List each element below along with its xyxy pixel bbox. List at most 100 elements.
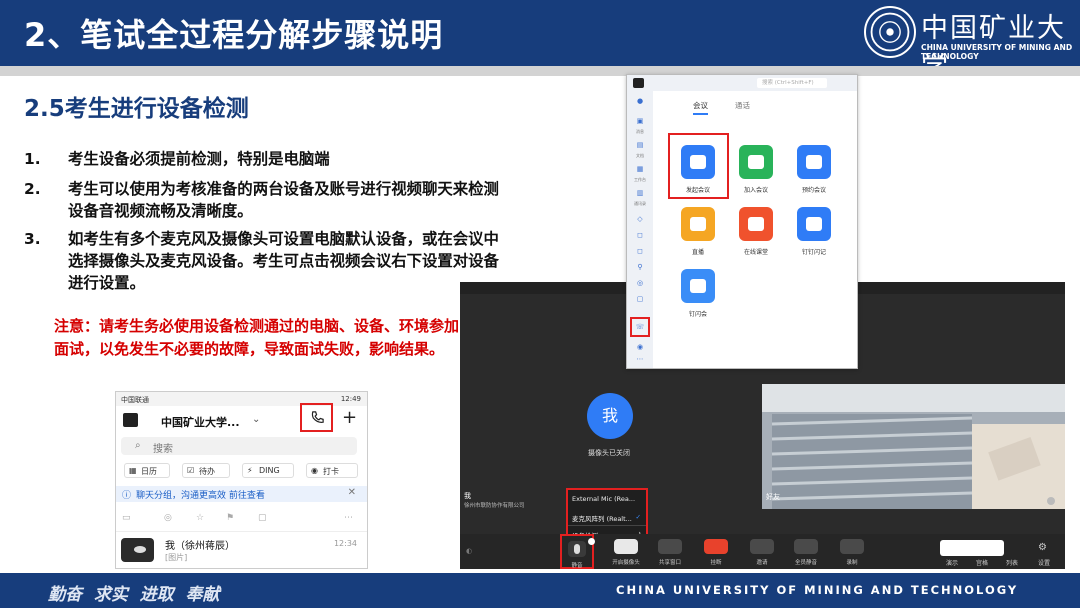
- mute-all-icon: [794, 539, 818, 554]
- start-meeting-button[interactable]: [681, 145, 715, 179]
- note-icon: [806, 217, 822, 231]
- status-time: 12:49: [340, 395, 361, 403]
- call-nav-highlight[interactable]: [630, 317, 650, 337]
- footer-bar: 勤奋 求实 进取 奉献 CHINA UNIVERSITY OF MINING A…: [0, 573, 1080, 608]
- class-icon: [748, 217, 764, 231]
- app-search-input[interactable]: 搜索 (Ctrl+Shift+F): [757, 78, 827, 88]
- mic-option-array[interactable]: 麦克风阵列 (Realt...: [572, 513, 632, 523]
- contacts-icon[interactable]: ▥: [635, 189, 645, 199]
- flag-icon[interactable]: ⚑: [226, 513, 234, 523]
- more-icon[interactable]: [1047, 497, 1055, 505]
- phone-call-button[interactable]: [300, 403, 333, 432]
- slide-title: 2、笔试全过程分解步骤说明: [24, 16, 444, 54]
- join-meeting-button[interactable]: [739, 145, 773, 179]
- todo-icon: ☑: [187, 466, 195, 475]
- doc-icon[interactable]: ▤: [635, 141, 645, 151]
- phone-filter-icons: ▭ ◎ ☆ ⚑ ▢ ⋯: [116, 513, 367, 525]
- user-avatar-icon[interactable]: ●: [635, 97, 645, 107]
- phone-top-bar: 中国矿业大学... ⌄ +: [116, 403, 367, 432]
- avatar: [121, 538, 154, 562]
- nav-icon[interactable]: ◻: [635, 231, 645, 241]
- online-class-button[interactable]: [739, 207, 773, 241]
- nav-icon[interactable]: ◻: [635, 247, 645, 257]
- nav-icon[interactable]: ◎: [635, 279, 645, 289]
- plus-icon[interactable]: +: [342, 407, 357, 428]
- nav-icon[interactable]: ◇: [635, 215, 645, 225]
- mic-option-external[interactable]: External Mic (Rea...: [572, 495, 635, 503]
- join-icon: [748, 155, 764, 169]
- message-icon[interactable]: ▣: [635, 117, 645, 127]
- present-label[interactable]: 演示: [946, 558, 958, 567]
- more-icon[interactable]: ⋯: [344, 513, 353, 523]
- info-banner[interactable]: ⓘ 聊天分组，沟通更高效 前往查看 ✕: [116, 486, 367, 502]
- dingtalk-window: 搜索 (Ctrl+Shift+F) ● ▣ 消息 ▤ 文档 ▦ 工作台 ▥ 通讯…: [626, 74, 858, 369]
- share-icon: [658, 539, 682, 554]
- live-button[interactable]: [681, 207, 715, 241]
- app-title-bar: 搜索 (Ctrl+Shift+F): [627, 75, 857, 91]
- invite-icon: [750, 539, 774, 554]
- calendar-chip[interactable]: ▦ 日历: [124, 463, 170, 478]
- info-icon: ⓘ: [122, 491, 132, 501]
- camera-button[interactable]: 开启摄像头: [606, 538, 646, 566]
- flash-note-button[interactable]: [797, 207, 831, 241]
- grid-label[interactable]: 宫格: [976, 558, 988, 567]
- phone-search-input[interactable]: ⌕ 搜索: [121, 437, 357, 455]
- nav-icon[interactable]: ▢: [635, 295, 645, 305]
- todo-chip[interactable]: ☑ 待办: [182, 463, 230, 478]
- chat-name: 我（徐州蒋辰）: [165, 541, 235, 552]
- live-icon: [690, 217, 706, 231]
- tab-meeting[interactable]: 会议: [693, 100, 708, 111]
- self-avatar: 我: [587, 393, 633, 439]
- phone-screenshot: 中国联通 12:49 中国矿业大学... ⌄ + ⌕ 搜索 ▦ 日历 ☑ 待办 …: [115, 391, 368, 569]
- ding-icon: ⚡: [247, 466, 253, 475]
- chat-list-item[interactable]: 我（徐州蒋辰） 12:34 [图片]: [116, 531, 367, 568]
- remote-name: 好友: [766, 493, 780, 501]
- checkin-chip[interactable]: ◉ 打卡: [306, 463, 358, 478]
- record-icon: [840, 539, 864, 554]
- star-icon[interactable]: ☆: [196, 513, 204, 523]
- list-number: 2.: [24, 180, 41, 198]
- camera-off-label: 摄像头已关闭: [588, 449, 630, 457]
- video-camera-icon: [690, 155, 706, 169]
- footer-en: CHINA UNIVERSITY OF MINING AND TECHNOLOG…: [616, 583, 1019, 597]
- list-text: 考生设备必须提前检测，特别是电脑端: [68, 150, 330, 168]
- mute-button[interactable]: 静音: [560, 534, 595, 569]
- mute-all-button[interactable]: 全员静音: [786, 538, 826, 566]
- close-icon[interactable]: ✕: [348, 487, 356, 498]
- calendar-icon: ▦: [129, 466, 137, 475]
- workbench-icon[interactable]: ▦: [635, 165, 645, 175]
- self-name: 我: [464, 492, 471, 500]
- carrier-label: 中国联通: [121, 396, 149, 404]
- menu-divider: [568, 525, 646, 526]
- list-label[interactable]: 列表: [1006, 558, 1018, 567]
- invite-button[interactable]: 邀请: [742, 538, 782, 566]
- hangup-button[interactable]: 挂断: [696, 538, 736, 566]
- schedule-meeting-button[interactable]: [797, 145, 831, 179]
- at-icon[interactable]: ◎: [164, 513, 172, 523]
- header-bar: 2、笔试全过程分解步骤说明 中国矿业大学 CHINA UNIVERSITY OF…: [0, 0, 1080, 83]
- tab-call[interactable]: 通话: [735, 100, 750, 111]
- settings-gear-icon[interactable]: ⚙: [1038, 542, 1047, 553]
- meeting-toolbar: ◐ 静音 开启摄像头 共享窗口 挂断 邀请 全员静音 录制 演示 宫格 列表 ⚙…: [460, 534, 1065, 569]
- more-icon[interactable]: ⋯: [635, 355, 645, 365]
- record-button[interactable]: 录制: [832, 538, 872, 566]
- settings-label[interactable]: 设置: [1038, 558, 1050, 567]
- flash-meeting-button[interactable]: [681, 269, 715, 303]
- device-icon[interactable]: ▭: [122, 513, 131, 523]
- chevron-down-icon[interactable]: ⌄: [252, 414, 260, 425]
- list-text: 如考生有多个麦克风及摄像头可设置电脑默认设备，或在会议中选择摄像头及麦克风设备。…: [68, 230, 499, 292]
- app-logo-icon: [633, 78, 644, 88]
- nav-icon[interactable]: ⚲: [635, 263, 645, 273]
- microphone-icon: [574, 544, 580, 554]
- header-divider: [0, 66, 1080, 76]
- remote-video: [762, 384, 1065, 509]
- org-name[interactable]: 中国矿业大学...: [161, 414, 240, 430]
- ding-chip[interactable]: ⚡ DING: [242, 463, 294, 478]
- folder-icon[interactable]: ▢: [258, 513, 267, 523]
- share-window-button[interactable]: 共享窗口: [650, 538, 690, 566]
- camera-icon: [614, 539, 638, 554]
- nav-icon[interactable]: ◉: [635, 343, 645, 353]
- list-number: 1.: [24, 150, 41, 168]
- chat-preview: [图片]: [165, 553, 188, 562]
- layout-switcher[interactable]: [940, 540, 1004, 556]
